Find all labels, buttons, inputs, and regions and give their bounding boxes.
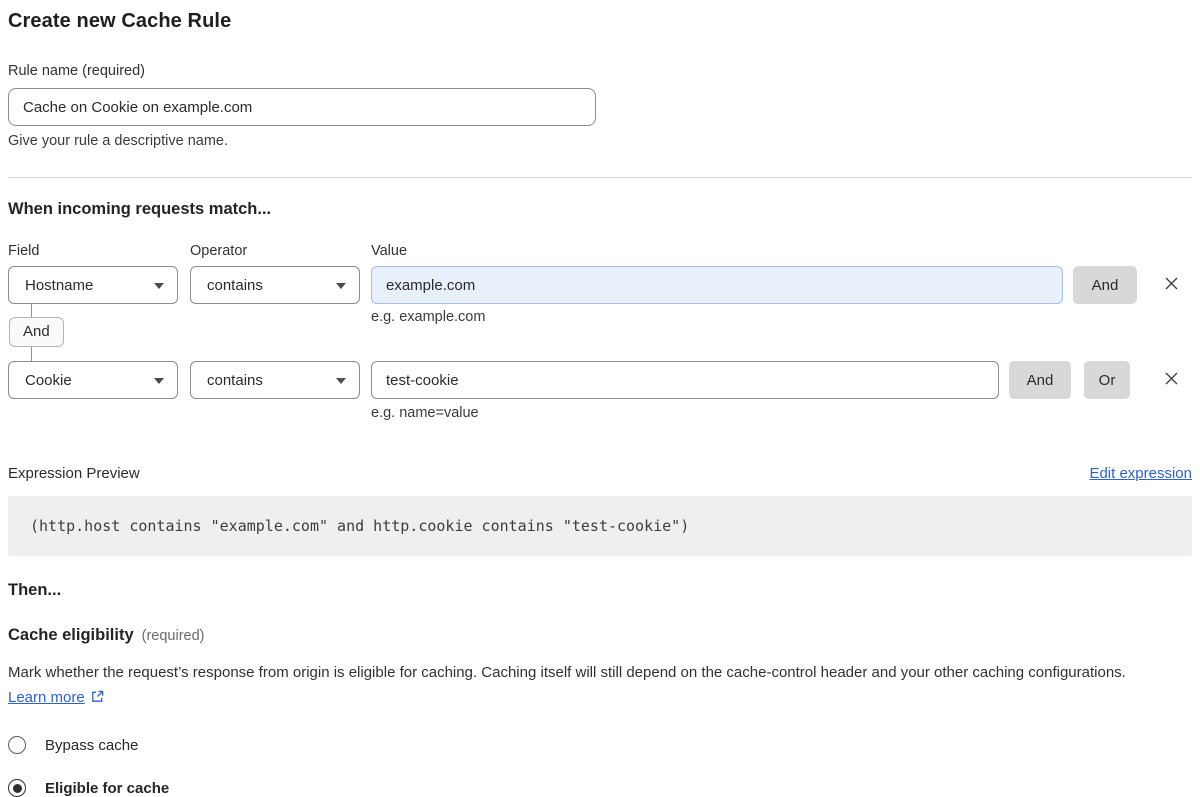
radio-icon: [8, 736, 26, 754]
or-button-row2[interactable]: Or: [1084, 361, 1130, 399]
remove-row2-button[interactable]: [1160, 369, 1182, 391]
field-column-label: Field: [8, 243, 178, 259]
section-divider: [8, 177, 1192, 178]
eligibility-description-text: Mark whether the request’s response from…: [8, 664, 1126, 681]
then-heading: Then...: [8, 581, 1192, 600]
chevron-down-icon: [336, 283, 346, 289]
learn-more-link[interactable]: Learn more: [8, 689, 85, 706]
operator-select-cookie[interactable]: contains: [190, 361, 360, 399]
close-icon: [1163, 370, 1180, 390]
and-connector-chip[interactable]: And: [9, 317, 64, 347]
chevron-down-icon: [154, 378, 164, 384]
match-row-cookie: Cookie contains And Or: [8, 361, 1192, 399]
page-title: Create new Cache Rule: [8, 8, 1192, 33]
value-hint-hostname: e.g. example.com: [371, 304, 1192, 325]
radio-label: Bypass cache: [45, 737, 138, 754]
radio-icon-selected: [8, 779, 26, 797]
required-note: (required): [142, 628, 205, 644]
value-input-hostname[interactable]: [371, 266, 1063, 304]
chevron-down-icon: [154, 283, 164, 289]
value-hint-cookie: e.g. name=value: [371, 405, 1192, 421]
expression-header: Expression Preview Edit expression: [8, 465, 1192, 482]
edit-expression-link[interactable]: Edit expression: [1089, 465, 1192, 482]
match-row-hostname: Hostname contains And: [8, 266, 1192, 304]
value-column-label: Value: [371, 243, 407, 259]
radio-label: Eligible for cache: [45, 780, 169, 797]
operator-select-value: contains: [207, 277, 263, 294]
operator-select-value: contains: [207, 372, 263, 389]
field-select-value: Cookie: [25, 372, 72, 389]
connector-zone: And e.g. example.com: [8, 304, 1192, 361]
chevron-down-icon: [336, 378, 346, 384]
operator-select-hostname[interactable]: contains: [190, 266, 360, 304]
expression-preview-label: Expression Preview: [8, 465, 140, 482]
expression-code: (http.host contains "example.com" and ht…: [8, 496, 1192, 556]
radio-eligible-for-cache[interactable]: Eligible for cache: [8, 779, 1192, 797]
field-select-cookie[interactable]: Cookie: [8, 361, 178, 399]
field-select-value: Hostname: [25, 277, 93, 294]
rule-name-label: Rule name (required): [8, 63, 1192, 79]
rule-name-input[interactable]: [8, 88, 596, 126]
rule-name-help: Give your rule a descriptive name.: [8, 133, 1192, 149]
radio-bypass-cache[interactable]: Bypass cache: [8, 736, 1192, 754]
and-button-row2[interactable]: And: [1009, 361, 1071, 399]
operator-column-label: Operator: [190, 243, 360, 259]
rule-name-section: Rule name (required) Give your rule a de…: [8, 63, 1192, 149]
cache-eligibility-heading: Cache eligibility (required): [8, 626, 1192, 645]
create-cache-rule-form: Create new Cache Rule Rule name (require…: [0, 0, 1200, 797]
and-button-row1[interactable]: And: [1073, 266, 1137, 304]
match-column-labels: Field Operator Value: [8, 243, 1192, 259]
match-heading: When incoming requests match...: [8, 200, 1192, 219]
field-select-hostname[interactable]: Hostname: [8, 266, 178, 304]
close-icon: [1163, 275, 1180, 295]
eligibility-description: Mark whether the request’s response from…: [8, 660, 1168, 712]
remove-row1-button[interactable]: [1160, 274, 1182, 296]
cache-eligibility-title: Cache eligibility: [8, 626, 134, 644]
external-link-icon: [90, 687, 105, 712]
value-input-cookie[interactable]: [371, 361, 999, 399]
